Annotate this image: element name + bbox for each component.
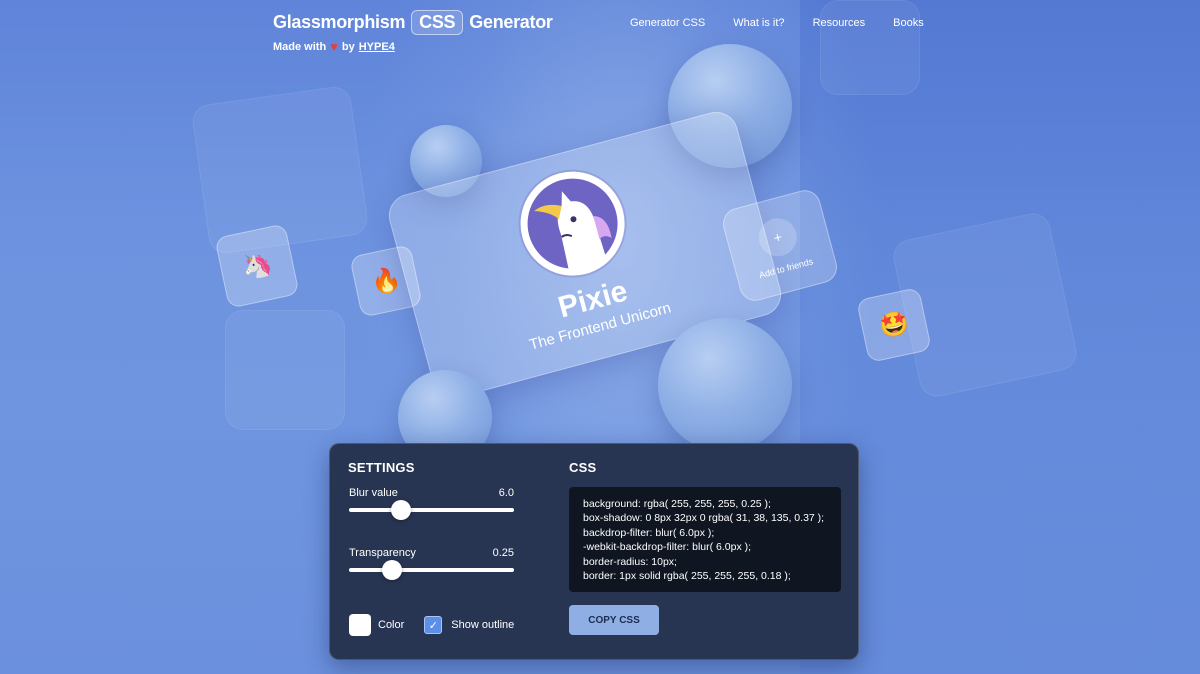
checkmark-icon: ✓ [428,619,438,632]
blur-slider-thumb[interactable] [390,500,411,520]
nav-books[interactable]: Books [893,17,924,29]
brand: Glassmorphism CSS Generator Made with ♥ … [273,10,553,54]
nav-generator-css[interactable]: Generator CSS [630,17,705,29]
unicorn-emoji-icon: 🦄 [239,249,275,283]
show-outline-checkbox[interactable]: ✓ [424,616,443,634]
blur-value: 6.0 [498,487,514,499]
emoji-tile-unicorn: 🦄 [214,223,300,309]
css-line: backdrop-filter: blur( 6.0px ); [583,526,715,539]
blur-label: Blur value [349,487,398,499]
heart-icon: ♥ [330,39,338,54]
css-line: background: rgba( 255, 255, 255, 0.25 ); [583,498,771,510]
title-text: Glassmorphism [273,12,406,32]
nav-what-is-it[interactable]: What is it? [733,17,784,29]
add-friends-label: Add to friends [757,255,815,280]
plus-icon: + [754,213,801,261]
css-line: -webkit-backdrop-filter: blur( 6.0px ); [583,541,752,554]
transparency-row: Transparency 0.25 [349,547,514,559]
css-line: border: 1px solid rgba( 255, 255, 255, 0… [583,570,791,583]
by-text: by [341,40,355,53]
copy-css-button[interactable]: COPY CSS [569,605,659,635]
emoji-tile-star-struck: 🤩 [856,287,932,363]
fire-emoji-icon: 🔥 [368,264,404,298]
transparency-slider-thumb[interactable] [382,560,403,580]
css-line: box-shadow: 0 8px 32px 0 rgba( 31, 38, 1… [583,512,825,525]
blur-row: Blur value 6.0 [349,487,514,499]
settings-title: SETTINGS [348,460,415,475]
options-row: Color ✓ Show outline [349,614,514,636]
main-nav: Generator CSS What is it? Resources Book… [630,17,924,29]
decor-sphere [658,318,792,452]
tagline: Made with ♥ by HYPE4 [273,39,553,54]
made-with-text: Made with [273,40,327,53]
nav-resources[interactable]: Resources [813,17,866,29]
decor-glass [225,310,345,430]
transparency-slider[interactable] [349,560,514,580]
blur-slider[interactable] [349,500,514,520]
color-label: Color [378,619,405,631]
title-text: Generator [469,12,553,32]
star-struck-emoji-icon: 🤩 [876,308,912,342]
settings-panel: SETTINGS Blur value 6.0 Transparency 0.2… [329,443,859,660]
site-title: Glassmorphism CSS Generator [273,10,553,35]
hype4-link[interactable]: HYPE4 [359,41,395,53]
css-badge: CSS [411,10,464,35]
color-picker-swatch[interactable] [349,614,371,636]
css-line: border-radius: 10px; [583,555,677,568]
show-outline-label: Show outline [451,619,515,631]
transparency-value: 0.25 [492,547,514,559]
decor-glass [820,0,920,95]
css-code-block: background: rgba( 255, 255, 255, 0.25 );… [569,487,841,592]
css-title: CSS [569,460,597,475]
transparency-label: Transparency [349,547,416,559]
